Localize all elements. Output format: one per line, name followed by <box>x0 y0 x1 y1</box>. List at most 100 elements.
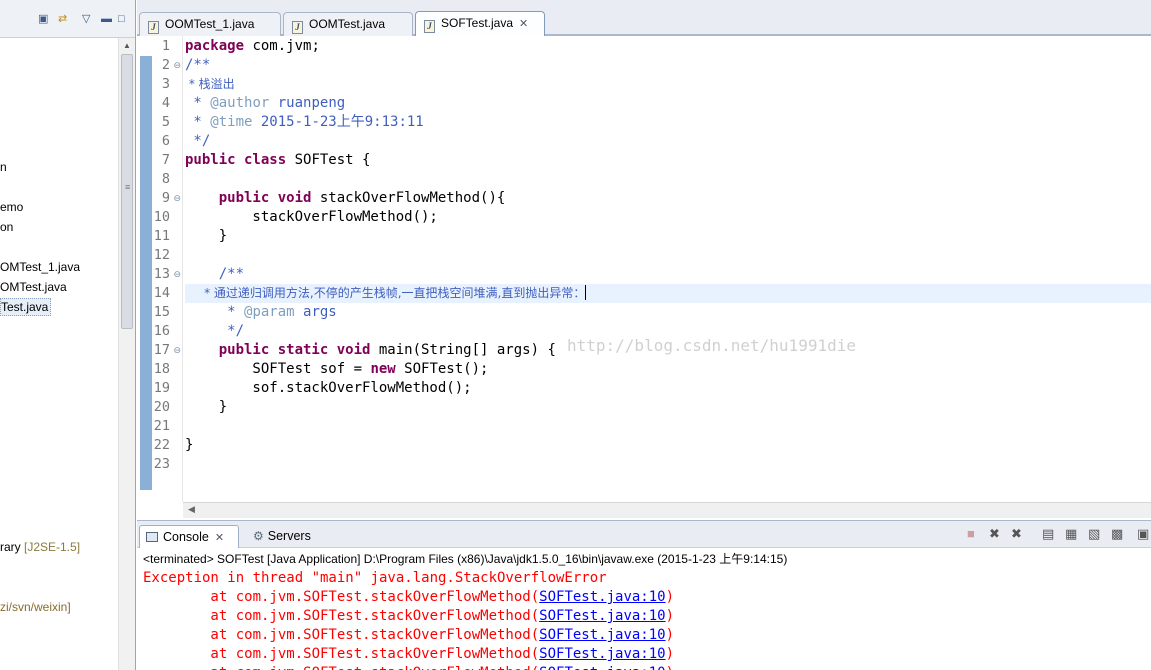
code-area[interactable]: package com.jvm; /** * 栈溢出 * @author rua… <box>185 36 1151 502</box>
line-number: 3 <box>161 76 170 92</box>
source-link[interactable]: SOFTest.java:10 <box>539 646 665 662</box>
console-status: <terminated> SOFTest [Java Application] … <box>143 552 788 566</box>
code-line: * 栈溢出 <box>185 77 235 91</box>
fold-collapse-icon[interactable]: ⊖ <box>173 189 181 208</box>
code-line: package com.jvm; <box>185 38 320 54</box>
link-with-editor-icon[interactable]: ⇄ <box>58 13 67 25</box>
view-menu-icon[interactable]: ▽ <box>82 13 90 25</box>
stack-trace-line: at com.jvm.SOFTest.stackOverFlowMethod(S… <box>143 646 675 662</box>
explorer-scroll-thumb[interactable]: ≡ <box>121 54 133 329</box>
maximize-icon[interactable]: □ <box>118 13 125 25</box>
tree-item-label: rary <box>0 540 24 554</box>
code-line: /** <box>185 266 245 282</box>
code-line: /** <box>185 57 211 73</box>
code-editor[interactable]: 1 2 ⊖ 3 4 5 6 7 8 9 ⊖ 10 11 12 13 ⊖ 14 15 16 17 ⊖ 18 19 20 21 22 2… <box>137 36 1151 518</box>
minimize-icon[interactable]: ▬ <box>101 13 112 25</box>
console-view: Console ✕ ⚙ Servers ■ ✖ ✖ ▤ ▦ ▧ ▩ ▣ <termi… <box>137 520 1151 670</box>
code-line: } <box>185 399 228 415</box>
close-icon[interactable]: ✕ <box>215 527 224 549</box>
code-line: public void stackOverFlowMethod(){ <box>218 190 506 206</box>
explorer-toolbar: ▣ ⇄ ▽ ▬ □ <box>0 0 135 38</box>
scroll-lock-icon[interactable]: ▦ <box>1065 527 1077 541</box>
line-number: 11 <box>153 228 170 244</box>
line-number: 22 <box>153 437 170 453</box>
servers-icon: ⚙ <box>253 529 264 543</box>
editor-horizontal-scrollbar[interactable]: ◀ <box>183 502 1151 518</box>
watermark: http://blog.csdn.net/hu1991die <box>567 336 856 355</box>
tab-oomtest[interactable]: J OOMTest.java <box>283 12 413 36</box>
line-number: 12 <box>153 247 170 263</box>
current-code-line: * 通过递归调用方法,不停的产生栈帧,一直把栈空间堆满,直到抛出异常： <box>185 284 1151 303</box>
line-number: 2 <box>161 57 170 73</box>
fold-collapse-icon[interactable]: ⊖ <box>173 341 181 360</box>
explorer-scrollbar[interactable]: ▲ ≡ <box>118 38 135 670</box>
tree-item-softest[interactable]: Test.java <box>0 298 52 316</box>
code-line: sof.stackOverFlowMethod(); <box>185 380 472 396</box>
tab-label: OOMTest.java <box>309 17 386 31</box>
tab-console[interactable]: Console ✕ <box>139 525 239 548</box>
java-file-icon: J <box>292 21 303 34</box>
java-file-icon: J <box>148 21 159 34</box>
fold-collapse-icon[interactable]: ⊖ <box>173 56 181 75</box>
source-link[interactable]: SOFTest.java:10 <box>539 608 665 624</box>
fold-collapse-icon[interactable]: ⊖ <box>173 265 181 284</box>
code-line: * @author ruanpeng <box>185 95 346 111</box>
console-error-line: Exception in thread "main" java.lang.Sta… <box>143 570 607 586</box>
java-file-icon: J <box>424 20 435 33</box>
close-icon[interactable]: ✕ <box>519 13 528 35</box>
code-line: * @time 2015-1-23上午9:13:11 <box>185 114 424 130</box>
code-line: SOFTest sof = new SOFTest(); <box>185 361 489 377</box>
tree-item-jre-library[interactable]: rary [J2SE-1.5] <box>0 539 80 555</box>
tree-item[interactable]: n <box>0 159 7 175</box>
collapse-all-icon[interactable]: ▣ <box>38 13 48 25</box>
tab-softest[interactable]: J SOFTest.java ✕ <box>415 11 545 37</box>
code-line: } <box>185 228 228 244</box>
line-number: 7 <box>161 152 170 168</box>
tab-oomtest1[interactable]: J OOMTest_1.java <box>139 12 281 36</box>
tab-label: Console <box>163 530 209 544</box>
source-link[interactable]: SOFTest.java:10 <box>539 589 665 605</box>
tab-label: OOMTest_1.java <box>165 17 255 31</box>
line-number: 10 <box>153 209 170 225</box>
tree-item[interactable]: emo <box>0 199 23 215</box>
terminate-icon[interactable]: ■ <box>967 527 975 541</box>
tree-item-oomtest1[interactable]: OMTest_1.java <box>0 259 80 275</box>
stack-trace-line: at com.jvm.SOFTest.stackOverFlowMethod(S… <box>143 664 674 670</box>
line-number: 17 <box>153 342 170 358</box>
line-number: 4 <box>161 95 170 111</box>
open-console-icon[interactable]: ▣ <box>1137 527 1149 541</box>
display-console-icon[interactable]: ▩ <box>1111 527 1123 541</box>
stack-trace-line: at com.jvm.SOFTest.stackOverFlowMethod(S… <box>143 627 675 643</box>
tree-item-svn-project[interactable]: zi/svn/weixin] <box>0 599 71 615</box>
explorer-tree: n emo on OMTest_1.java OMTest.java Test.… <box>0 38 118 670</box>
line-number: 14 <box>153 285 170 301</box>
grip-icon: ≡ <box>125 182 131 192</box>
clear-console-icon[interactable]: ▤ <box>1042 527 1054 541</box>
remove-all-terminated-icon[interactable]: ✖ <box>1011 527 1022 541</box>
pin-console-icon[interactable]: ▧ <box>1088 527 1100 541</box>
source-link[interactable]: SOFTest.java:10 <box>539 665 665 670</box>
line-number: 19 <box>153 380 170 396</box>
code-line: stackOverFlowMethod(); <box>185 209 438 225</box>
text-caret <box>585 285 587 300</box>
tab-servers[interactable]: ⚙ Servers <box>247 525 317 548</box>
code-line: */ <box>185 133 211 149</box>
tab-label: SOFTest.java <box>441 16 514 30</box>
line-number-gutter: 1 2 ⊖ 3 4 5 6 7 8 9 ⊖ 10 11 12 13 ⊖ 14 15 16 17 ⊖ 18 19 20 21 22 2… <box>152 36 183 502</box>
stack-trace-line: at com.jvm.SOFTest.stackOverFlowMethod(S… <box>143 608 675 624</box>
line-number: 16 <box>153 323 170 339</box>
tree-item[interactable]: on <box>0 219 13 235</box>
line-number: 6 <box>161 133 170 149</box>
tree-item-oomtest[interactable]: OMTest.java <box>0 279 67 295</box>
scroll-up-icon[interactable]: ▲ <box>123 41 131 50</box>
source-link[interactable]: SOFTest.java:10 <box>539 627 665 643</box>
tree-item-decoration: [J2SE-1.5] <box>24 540 81 554</box>
code-line: * @param args <box>185 304 337 320</box>
code-line: } <box>185 437 194 453</box>
line-number: 5 <box>161 114 170 130</box>
line-number: 21 <box>153 418 170 434</box>
scroll-left-icon[interactable]: ◀ <box>188 504 195 515</box>
line-number: 1 <box>161 38 170 54</box>
line-number: 13 <box>153 266 170 282</box>
remove-launch-icon[interactable]: ✖ <box>989 527 1000 541</box>
